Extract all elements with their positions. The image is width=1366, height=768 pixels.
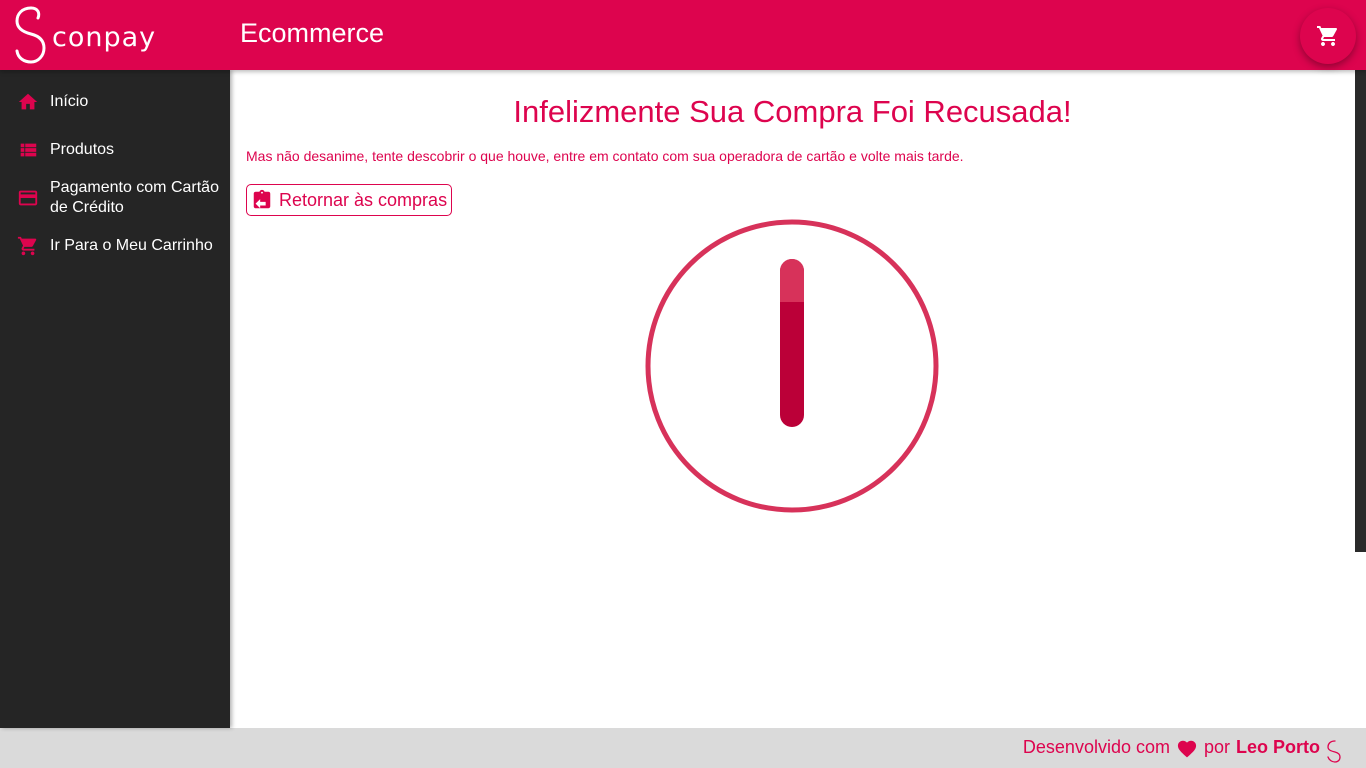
main-content: Infelizmente Sua Compra Foi Recusada! Ma… bbox=[230, 70, 1355, 728]
sidebar-item-label: Início bbox=[50, 93, 89, 110]
sidebar-item-label: Pagamento com Cartão de Crédito bbox=[50, 179, 219, 216]
scrollbar[interactable] bbox=[1355, 70, 1366, 552]
cart-icon bbox=[1317, 26, 1338, 46]
conpay-logo-icon bbox=[15, 6, 46, 64]
logo-text: conpay bbox=[52, 21, 157, 53]
top-app-bar: conpay Ecommerce bbox=[0, 0, 1366, 70]
sidebar-item-carrinho[interactable]: Ir Para o Meu Carrinho bbox=[0, 234, 230, 258]
cart-icon bbox=[17, 235, 39, 257]
sidebar-item-produtos[interactable]: Produtos bbox=[0, 138, 230, 162]
clipboard-arrow-left-icon bbox=[253, 189, 271, 209]
conpay-logo[interactable]: conpay bbox=[14, 6, 156, 64]
heart-icon bbox=[1177, 740, 1197, 757]
footer-credit: Desenvolvido com por Leo Porto bbox=[1023, 737, 1320, 758]
conpay-logo-small-icon bbox=[1327, 740, 1341, 763]
home-icon bbox=[17, 91, 39, 113]
app-title: Ecommerce bbox=[240, 18, 385, 48]
footer-prefix: Desenvolvido com bbox=[1022, 737, 1170, 757]
credit-card-icon bbox=[17, 187, 39, 209]
page-title: Infelizmente Sua Compra Foi Recusada! bbox=[513, 94, 1072, 129]
footer-author[interactable]: Leo Porto bbox=[1236, 737, 1320, 758]
list-icon bbox=[17, 139, 39, 161]
decline-message: Mas não desanime, tente descobrir o que … bbox=[246, 148, 964, 164]
return-to-shopping-button[interactable]: Retornar às compras bbox=[246, 184, 453, 216]
sidebar-item-label: Produtos bbox=[50, 141, 115, 158]
footer-by: por bbox=[1203, 737, 1230, 757]
sidebar-item-label: Ir Para o Meu Carrinho bbox=[50, 237, 213, 254]
sidebar: Início Produtos Pagamento com Cartão de … bbox=[0, 70, 230, 728]
return-button-label: Retornar às compras bbox=[279, 189, 448, 210]
sidebar-item-inicio[interactable]: Início bbox=[0, 90, 230, 114]
cart-button[interactable] bbox=[1300, 8, 1356, 64]
exclamation-circle-icon bbox=[645, 219, 939, 513]
sidebar-item-pagamento[interactable]: Pagamento com Cartão de Crédito bbox=[0, 178, 230, 218]
footer: Desenvolvido com por Leo Porto bbox=[0, 728, 1366, 768]
